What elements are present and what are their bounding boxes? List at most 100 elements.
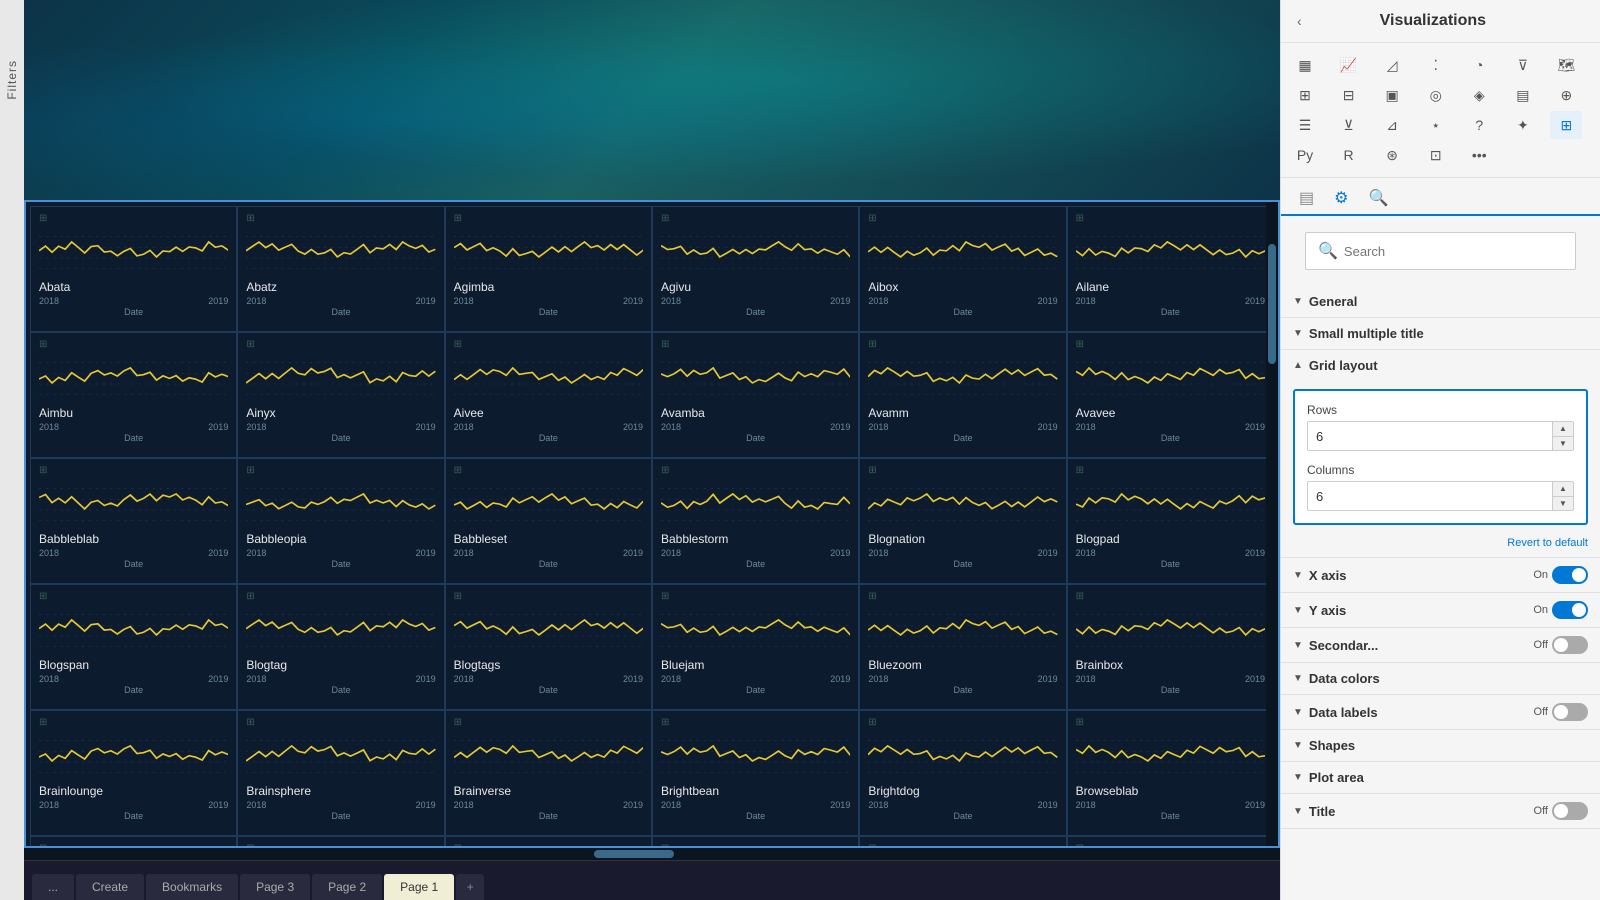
data-labels-toggle[interactable]: Off [1534, 703, 1588, 721]
chart-scrollbar-thumb[interactable] [1268, 244, 1276, 364]
tab-bookmarks[interactable]: Bookmarks [146, 874, 238, 900]
y-axis-header[interactable]: ▼ Y axis [1293, 603, 1346, 618]
cell-icon: ⊞ [454, 717, 462, 728]
tab-page2[interactable]: Page 2 [312, 874, 382, 900]
chart-cell-dates: 2018 2019 [1076, 800, 1265, 810]
plot-area-label: Plot area [1309, 770, 1364, 785]
panel-tab-format[interactable]: ▤ [1289, 182, 1324, 214]
secondary-track[interactable] [1552, 636, 1588, 654]
secondary-header[interactable]: ▼ Secondar... [1293, 638, 1378, 653]
viz-icon-ribbon[interactable]: ☰ [1289, 111, 1321, 139]
viz-icon-smart[interactable]: ✦ [1507, 111, 1539, 139]
data-colors-header[interactable]: ▼ Data colors [1281, 663, 1600, 694]
secondary-toggle[interactable]: Off [1534, 636, 1588, 654]
title-header[interactable]: ▼ Title [1293, 804, 1335, 819]
viz-icon-custom2[interactable]: R [1333, 141, 1365, 169]
viz-icon-bar[interactable]: ▦ [1289, 51, 1321, 79]
data-labels-header[interactable]: ▼ Data labels [1293, 705, 1378, 720]
tab-page1[interactable]: Page 1 [384, 874, 454, 900]
x-axis-toggle[interactable]: On [1533, 566, 1588, 584]
rows-input[interactable] [1308, 425, 1552, 448]
viz-icon-custom1[interactable]: Py [1289, 141, 1321, 169]
title-track[interactable] [1552, 802, 1588, 820]
chart-cell-label: Browseblab [1076, 784, 1265, 798]
search-input[interactable] [1344, 244, 1563, 259]
viz-icon-custom4[interactable]: ⊡ [1420, 141, 1452, 169]
y-axis-toggle[interactable]: On [1533, 601, 1588, 619]
panel-tab-search[interactable]: 🔍 [1358, 182, 1398, 214]
columns-decrement[interactable]: ▼ [1553, 496, 1573, 510]
chart-canvas [39, 606, 228, 656]
viz-icon-pie[interactable]: ◔ [1463, 51, 1495, 79]
plot-area-header[interactable]: ▼ Plot area [1281, 762, 1600, 793]
cell-header: ⊞ [661, 465, 850, 476]
viz-icon-map[interactable]: 🗺 [1550, 51, 1582, 79]
section-grid-layout-header[interactable]: ▲ Grid layout [1281, 350, 1600, 381]
chart-cell-label: Abatz [246, 280, 435, 294]
sparkline-svg [661, 732, 850, 777]
tab-page3[interactable]: Page 3 [240, 874, 310, 900]
viz-icon-line[interactable]: 📈 [1333, 51, 1365, 79]
sparkline-path [454, 746, 643, 761]
bottom-scrollbar-thumb[interactable] [594, 850, 674, 858]
viz-icon-area[interactable]: ◿ [1376, 51, 1408, 79]
viz-icon-tree[interactable]: ⊕ [1550, 81, 1582, 109]
revert-to-default[interactable]: Revert to default [1281, 533, 1600, 557]
viz-icon-matrix[interactable]: ⊟ [1333, 81, 1365, 109]
chart-cell-dates: 2018 2019 [868, 548, 1057, 558]
search-container[interactable]: 🔍 [1305, 232, 1576, 270]
cell-icon: ⊞ [39, 591, 47, 602]
viz-icon-qna[interactable]: ? [1463, 111, 1495, 139]
chart-year1: 2018 [454, 548, 474, 558]
chart-cell-label: Brainsphere [246, 784, 435, 798]
viz-icon-card[interactable]: ▣ [1376, 81, 1408, 109]
viz-icon-smallmultiple[interactable]: ⊞ [1550, 111, 1582, 139]
viz-icon-gauge[interactable]: ◎ [1420, 81, 1452, 109]
data-labels-track[interactable] [1552, 703, 1588, 721]
section-small-multiple-title-header[interactable]: ▼ Small multiple title [1281, 318, 1600, 349]
chart-scrollbar[interactable] [1266, 202, 1278, 846]
title-toggle[interactable]: Off [1534, 802, 1588, 820]
viz-icon-scatter[interactable]: ⁚ [1420, 51, 1452, 79]
viz-icon-custom3[interactable]: ⊛ [1376, 141, 1408, 169]
tab-ellipsis[interactable]: ... [32, 874, 74, 900]
cell-header: ⊞ [39, 339, 228, 350]
grid-layout-title: Grid layout [1309, 358, 1378, 373]
rows-decrement[interactable]: ▼ [1553, 436, 1573, 450]
viz-icon-decomp[interactable]: ⋆ [1420, 111, 1452, 139]
chart-canvas [661, 606, 850, 656]
viz-icon-funnel[interactable]: ⊽ [1507, 51, 1539, 79]
viz-icon-more[interactable]: ••• [1463, 141, 1495, 169]
rows-increment[interactable]: ▲ [1553, 422, 1573, 436]
cell-header: ⊞ [868, 591, 1057, 602]
chart-date-label: Date [454, 811, 643, 821]
columns-input[interactable] [1308, 485, 1552, 508]
sparkline-svg [868, 228, 1057, 273]
bottom-scrollbar[interactable] [24, 848, 1280, 860]
viz-icon-waterfall[interactable]: ⊻ [1333, 111, 1365, 139]
shapes-header[interactable]: ▼ Shapes [1281, 730, 1600, 761]
section-general-header[interactable]: ▼ General [1281, 286, 1600, 317]
sparkline-svg [661, 354, 850, 399]
x-axis-header[interactable]: ▼ X axis [1293, 568, 1347, 583]
panel-close-button[interactable]: ‹ [1297, 13, 1302, 29]
chart-cell: ⊞ Browsebug 2018 2019 Date [30, 836, 237, 846]
sparkline-path [39, 242, 228, 257]
filters-sidebar[interactable]: Filters [0, 0, 24, 900]
chart-cell-label: Babblestorm [661, 532, 850, 546]
chart-year1: 2018 [661, 296, 681, 306]
cell-icon: ⊞ [661, 843, 669, 846]
panel-tab-active[interactable]: ⚙ [1324, 182, 1358, 216]
viz-icon-kpi[interactable]: ◈ [1463, 81, 1495, 109]
viz-icon-slicer[interactable]: ▤ [1507, 81, 1539, 109]
columns-increment[interactable]: ▲ [1553, 482, 1573, 496]
viz-icon-table[interactable]: ⊞ [1289, 81, 1321, 109]
viz-icon-funnel2[interactable]: ⊿ [1376, 111, 1408, 139]
chart-date-label: Date [246, 811, 435, 821]
y-axis-track[interactable] [1552, 601, 1588, 619]
chart-date-label: Date [454, 685, 643, 695]
x-axis-track[interactable] [1552, 566, 1588, 584]
chart-date-label: Date [1076, 811, 1265, 821]
tab-create[interactable]: Create [76, 874, 144, 900]
tab-add[interactable]: + [456, 874, 484, 900]
